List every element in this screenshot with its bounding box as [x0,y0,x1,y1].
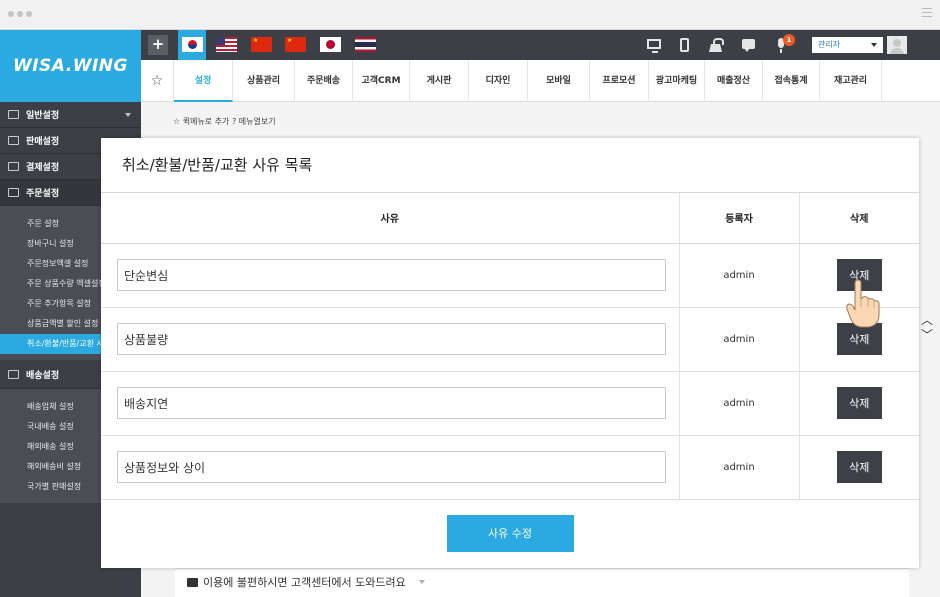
avatar[interactable] [887,36,907,54]
monitor-icon[interactable] [647,39,661,53]
reason-input[interactable] [117,451,666,483]
wallet-icon [0,162,26,171]
author-cell: admin [679,371,800,436]
chat-icon [187,577,198,587]
window-dots-icon [8,11,32,17]
hand-cursor-icon [846,279,880,328]
column-header-reason: 사유 [101,193,680,244]
sidebar-section-label: 일반설정 [26,111,60,121]
chevron-down-icon [418,580,425,584]
table-row: admin 삭제 [101,307,919,372]
tab-inventory[interactable]: 재고관리 [820,60,882,102]
us-flag-icon[interactable] [216,37,237,52]
star-icon: ☆ [173,117,181,126]
chevron-down-icon [871,43,877,47]
reason-cell [101,243,680,308]
kr-flag-icon [182,37,203,52]
delete-button[interactable]: 삭제 [836,387,882,419]
sidebar-section-label: 주문설정 [26,189,60,199]
delete-cell: 삭제 [799,371,919,436]
th-flag-icon[interactable] [355,37,376,52]
table-header-row: 사유 등록자 삭제 [101,193,919,244]
quick-menu-bar: ☆ 퀵메뉴로 추가 ? 메뉴열보기 [173,116,276,127]
reason-cell [101,435,680,500]
delete-cell: 삭제 [799,435,919,500]
delete-button[interactable]: 삭제 [836,451,882,483]
author-cell: admin [679,307,800,372]
notification-badge: 1 [783,34,795,46]
admin-select[interactable]: 관리자 [812,37,883,53]
sidebar-section-label: 배송설정 [26,370,60,381]
reason-input[interactable] [117,259,666,291]
reason-cell [101,307,680,372]
document-icon [0,188,26,197]
tab-stats[interactable]: 접속통계 [763,60,820,102]
sidebar-section-general[interactable]: 일반설정 [0,102,141,128]
reason-input[interactable] [117,387,666,419]
tab-marketing[interactable]: 광고마케팅 [649,60,705,102]
main-menu: ☆ 설정 상품관리 주문배송 고객CRM 게시판 디자인 모바일 프로모션 광고… [141,60,940,102]
table-row: admin 삭제 [101,243,919,308]
layout-icon [0,110,26,119]
chevron-down-icon [125,113,131,117]
tab-settings[interactable]: 설정 [174,60,233,102]
tab-orders[interactable]: 주문배송 [295,60,353,102]
jp-flag-icon[interactable] [320,37,341,52]
tab-design[interactable]: 디자인 [469,60,528,102]
tab-crm[interactable]: 고객CRM [353,60,410,102]
help-icon: ? [231,117,237,126]
tab-promotion[interactable]: 프로모션 [590,60,649,102]
modal-title: 취소/환불/반품/교환 사유 목록 [101,138,919,193]
sidebar-section-label: 결제설정 [26,163,60,173]
column-header-author: 등록자 [679,193,800,244]
truck-icon [0,369,26,379]
table-row: admin 삭제 [101,371,919,436]
lang-kr-tab[interactable] [178,30,206,60]
hk-flag-icon[interactable] [285,37,306,52]
chat-icon[interactable] [742,39,755,52]
sidebar-section-label: 판매설정 [26,137,60,147]
menu-view-link[interactable]: 메뉴열보기 [239,117,276,126]
tab-board[interactable]: 게시판 [410,60,469,102]
modal-footer: 사유 수정 [101,500,919,568]
reason-list-modal: 취소/환불/반품/교환 사유 목록 사유 등록자 삭제 admin 삭제 adm… [101,138,919,568]
table-row: admin 삭제 [101,435,919,500]
tab-mobile[interactable]: 모바일 [528,60,590,102]
tab-sales[interactable]: 매출정산 [705,60,763,102]
reason-cell [101,371,680,436]
logo[interactable]: WISA.WING [0,30,141,102]
reason-input[interactable] [117,323,666,355]
help-text: 이용에 불편하시면 고객센터에서 도와드려요 [203,576,406,589]
help-link[interactable]: 이용에 불편하시면 고객센터에서 도와드려요 [187,574,425,590]
top-bar: + 1 관리자 [141,30,940,60]
add-button[interactable]: + [148,35,168,55]
author-cell: admin [679,243,800,308]
admin-select-value: 관리자 [818,40,841,49]
star-icon[interactable]: ☆ [141,60,174,102]
reason-table: 사유 등록자 삭제 admin 삭제 admin 삭제 admin 삭제 [101,193,919,500]
author-cell: admin [679,435,800,500]
browser-menu-icon[interactable] [922,8,932,20]
scroll-arrows-icon[interactable]: ︿ ﹀ [917,313,937,347]
save-reasons-button[interactable]: 사유 수정 [446,514,574,552]
browser-chrome [0,0,940,30]
mail-icon [0,136,26,145]
mobile-icon[interactable] [680,38,689,52]
basket-icon[interactable] [709,38,724,52]
tab-products[interactable]: 상품관리 [233,60,295,102]
cn-flag-icon[interactable] [251,37,272,52]
help-bar: 이용에 불편하시면 고객센터에서 도와드려요 [175,568,909,597]
menu-items: 설정 상품관리 주문배송 고객CRM 게시판 디자인 모바일 프로모션 광고마케… [174,60,882,102]
quick-add-link[interactable]: 퀵메뉴로 추가 [183,117,230,126]
column-header-delete: 삭제 [799,193,919,244]
